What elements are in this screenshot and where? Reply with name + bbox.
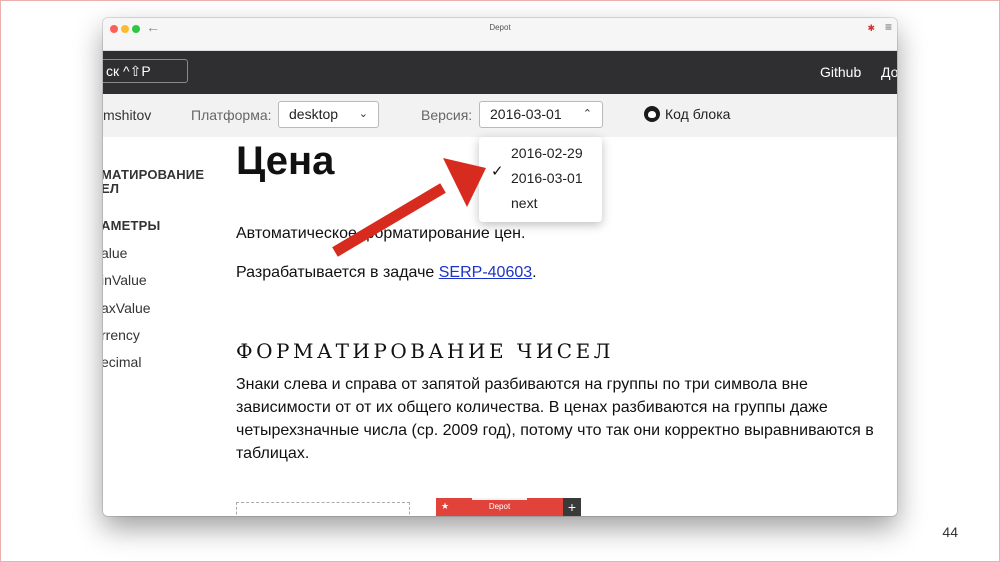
bottom-tab-bar: ★ Depot + <box>436 498 581 516</box>
annotation-arrowhead <box>443 158 486 207</box>
annotation-arrow <box>332 158 486 257</box>
tab-highlight <box>472 498 527 500</box>
slide-page-number: 44 <box>942 524 958 540</box>
annotation-arrow-shaft <box>332 183 446 257</box>
tab-depot[interactable]: ★ Depot <box>436 498 563 516</box>
new-tab-button[interactable]: + <box>563 498 581 516</box>
browser-window: ← Depot ✱ ≡ ск ^⇧P Github До mshitov Пла… <box>103 18 897 516</box>
tab-label: Depot <box>488 502 511 511</box>
